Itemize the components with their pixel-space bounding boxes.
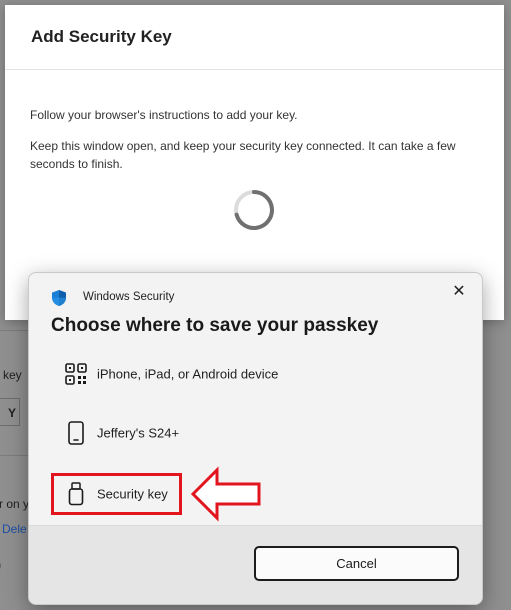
- windows-security-dialog: Windows Security ✕ Choose where to save …: [28, 272, 483, 605]
- background-text-on: r on y: [0, 497, 30, 511]
- background-text-key: key: [3, 368, 22, 382]
- loading-spinner-icon: [234, 190, 274, 230]
- qr-code-icon: [65, 363, 87, 385]
- windows-security-label: Windows Security: [83, 291, 175, 303]
- option-mobile-device[interactable]: iPhone, iPad, or Android device: [51, 354, 461, 394]
- dialog-footer: Cancel: [29, 525, 482, 604]
- dialog-divider: [5, 69, 504, 70]
- add-security-key-title: Add Security Key: [31, 27, 172, 46]
- option-phone-s24-label: Jeffery's S24+: [97, 425, 180, 441]
- usb-key-icon: [68, 482, 84, 506]
- keep-window-open-text: Keep this window open, and keep your sec…: [30, 139, 456, 171]
- choose-passkey-title: Choose where to save your passkey: [51, 315, 379, 336]
- close-icon[interactable]: ✕: [445, 281, 473, 303]
- background-button: Y: [0, 398, 20, 426]
- option-mobile-device-label: iPhone, iPad, or Android device: [97, 366, 279, 382]
- cancel-button[interactable]: Cancel: [254, 546, 459, 581]
- option-security-key-label: Security key: [97, 486, 168, 502]
- background-divider: [0, 455, 30, 456]
- phone-icon: [68, 421, 84, 445]
- option-phone-s24[interactable]: Jeffery's S24+: [51, 413, 461, 453]
- background-divider: [0, 330, 30, 331]
- windows-security-shield-icon: [52, 290, 66, 306]
- background-delete-link: Dele: [2, 522, 27, 536]
- instruction-text: Follow your browser's instructions to ad…: [30, 108, 298, 122]
- option-security-key[interactable]: Security key: [51, 474, 461, 514]
- background-text-paren: ): [0, 558, 1, 572]
